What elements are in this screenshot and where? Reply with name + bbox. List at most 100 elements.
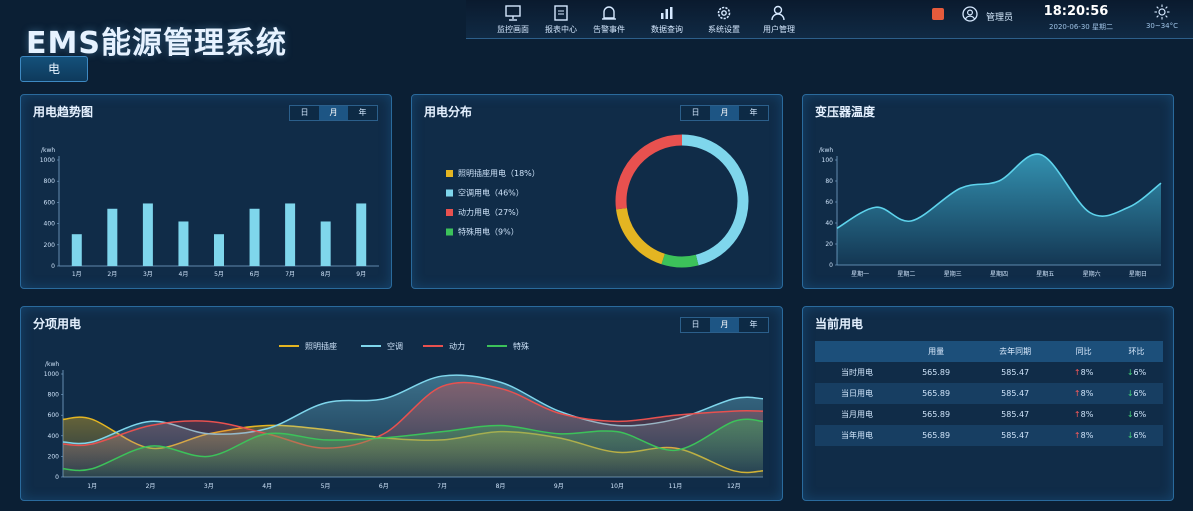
- x-tick-label: 星期三: [944, 270, 962, 278]
- donut-slice: [681, 134, 749, 266]
- y-tick-label: 40: [825, 220, 833, 227]
- itemized-line-chart: /kwh 0 200 400 600 800 1000 1月 2月 3月 4月 5月 6月 7月 8月 9月 1…: [44, 341, 764, 490]
- x-tick-label: 4月: [179, 271, 189, 278]
- nav-user-manage[interactable]: 用户管理: [750, 4, 808, 35]
- table-header: 用量: [899, 341, 974, 362]
- panel-transformer: 变压器温度 /kwh 0 20 40 60 80 100 星期一 星期二 星期三 星期四 星期五 星期六…: [802, 94, 1174, 289]
- nav-alarm[interactable]: 告警事件: [580, 4, 638, 35]
- arrow-down-icon: ↓: [1126, 368, 1134, 377]
- x-tick-label: 1月: [72, 271, 82, 278]
- settings-gear-icon: [717, 6, 731, 20]
- y-tick-label: 1000: [40, 157, 55, 164]
- donut-slice: [616, 207, 666, 265]
- nav-data-query[interactable]: 数据查询: [638, 4, 696, 35]
- nav-label: 系统设置: [708, 25, 740, 34]
- y-axis-unit: /kwh: [45, 361, 59, 368]
- bar: [142, 203, 153, 266]
- x-tick-label: 1月: [87, 483, 97, 490]
- temperature-range: 30~34°C: [1145, 22, 1179, 30]
- y-axis-unit: /kwh: [819, 147, 833, 154]
- x-tick-label: 12月: [727, 483, 741, 490]
- y-tick-label: 0: [55, 474, 59, 481]
- y-tick-label: 600: [44, 199, 56, 206]
- nav-label: 告警事件: [593, 25, 625, 34]
- nav-label: 报表中心: [545, 25, 577, 34]
- nav-label: 用户管理: [763, 25, 795, 34]
- nav-label: 监控画面: [497, 25, 529, 34]
- table-row: 当日用电 565.89 585.47 ↑8% ↓6%: [815, 383, 1163, 404]
- y-tick-label: 800: [48, 392, 60, 399]
- yoy-value: 8%: [1080, 389, 1094, 398]
- bar: [285, 203, 296, 266]
- table-row: 当年用电 565.89 585.47 ↑8% ↓6%: [815, 425, 1163, 446]
- nav-settings[interactable]: 系统设置: [695, 4, 753, 35]
- nav-label: 数据查询: [651, 25, 683, 34]
- table-header: 去年同期: [973, 341, 1058, 362]
- bar: [320, 221, 331, 266]
- x-tick-label: 6月: [379, 483, 389, 490]
- bar: [249, 208, 260, 266]
- clock-time: 18:20:56: [1043, 4, 1109, 19]
- x-tick-label: 3月: [143, 271, 153, 278]
- current-usage-table: 用量 去年同期 同比 环比 当时用电 565.89 585.47 ↑8% ↓6%…: [815, 341, 1163, 446]
- x-tick-label: 星期一: [851, 270, 869, 278]
- alarm-event-icon: [602, 6, 616, 20]
- x-tick-label: 8月: [496, 483, 506, 490]
- arrow-down-icon: ↓: [1126, 431, 1134, 440]
- data-query-icon: [661, 7, 673, 19]
- legend-swatch: [446, 170, 453, 177]
- x-tick-label: 星期二: [897, 270, 915, 278]
- usage-cell: 565.89: [899, 425, 974, 446]
- bar: [71, 234, 82, 266]
- table-header-row: 用量 去年同期 同比 环比: [815, 341, 1163, 362]
- legend-label: 动力: [449, 341, 465, 351]
- x-tick-label: 8月: [321, 271, 331, 278]
- yoy-cell: ↑8%: [1057, 425, 1111, 446]
- panel-itemized: 分项用电 日 月 年 /kwh 0 200 400 600 800 1000 1月 2月 3月 4月…: [20, 306, 783, 501]
- usage-cell: 565.89: [922, 410, 951, 419]
- y-tick-label: 0: [51, 263, 55, 270]
- panel-title: 当前用电: [815, 317, 864, 331]
- mom-cell: ↓6%: [1110, 404, 1163, 425]
- panel-distribution: 用电分布 日 月 年 照明插座用电（18%） 空调用电（46%） 动力用电（27%）…: [411, 94, 783, 289]
- x-tick-label: 6月: [250, 271, 260, 278]
- x-tick-label: 5月: [214, 271, 224, 278]
- x-tick-label: 3月: [204, 483, 214, 490]
- yoy-value: 8%: [1080, 431, 1094, 440]
- yoy-cell: ↑8%: [1057, 383, 1111, 404]
- x-tick-label: 11月: [669, 483, 683, 490]
- sun-icon: [1154, 4, 1170, 20]
- table-row: 当时用电 565.89 585.47 ↑8% ↓6%: [815, 362, 1163, 383]
- bar: [178, 221, 189, 266]
- legend-label: 特殊: [513, 341, 529, 351]
- x-tick-label: 7月: [285, 271, 295, 278]
- last-year-cell: 585.47: [973, 383, 1058, 404]
- clock-date: 2020-06-30 星期二: [1049, 23, 1113, 31]
- row-label: 当日用电: [815, 383, 900, 404]
- user-avatar-icon[interactable]: [962, 6, 978, 22]
- yoy-cell: ↑8%: [1057, 404, 1110, 425]
- x-tick-label: 星期四: [990, 270, 1008, 278]
- y-tick-label: 20: [825, 241, 833, 248]
- legend-label: 照明插座用电（18%）: [458, 168, 540, 178]
- usage-cell: 565.89: [899, 383, 974, 404]
- y-tick-label: 80: [825, 178, 833, 185]
- y-tick-label: 600: [48, 412, 60, 419]
- x-tick-label: 2月: [107, 271, 117, 278]
- y-axis-unit: /kwh: [41, 147, 55, 154]
- alarm-bell-icon[interactable]: [932, 8, 944, 20]
- legend-label: 特殊用电（9%）: [458, 227, 519, 237]
- y-tick-label: 0: [829, 262, 833, 269]
- table-header: 同比: [1057, 341, 1111, 362]
- top-nav-bar: 监控画面 报表中心 告警事件 数据查询 系统设置 用户管理 管理员 18:20:…: [466, 0, 1193, 39]
- y-tick-label: 100: [822, 157, 834, 164]
- yoy-value: 8%: [1080, 410, 1094, 419]
- bar: [107, 208, 118, 266]
- energy-tab-electric[interactable]: 电: [20, 56, 88, 82]
- mom-cell: ↓6%: [1110, 425, 1163, 446]
- y-tick-label: 200: [48, 453, 60, 460]
- panel-trend: 用电趋势图 日 月 年 /kwh 0 200 400 600 800 1000 1月 2月 3月 4…: [20, 94, 392, 289]
- usage-cell: 565.89: [922, 368, 951, 377]
- user-name[interactable]: 管理员: [986, 10, 1013, 23]
- arrow-down-icon: ↓: [1126, 410, 1134, 419]
